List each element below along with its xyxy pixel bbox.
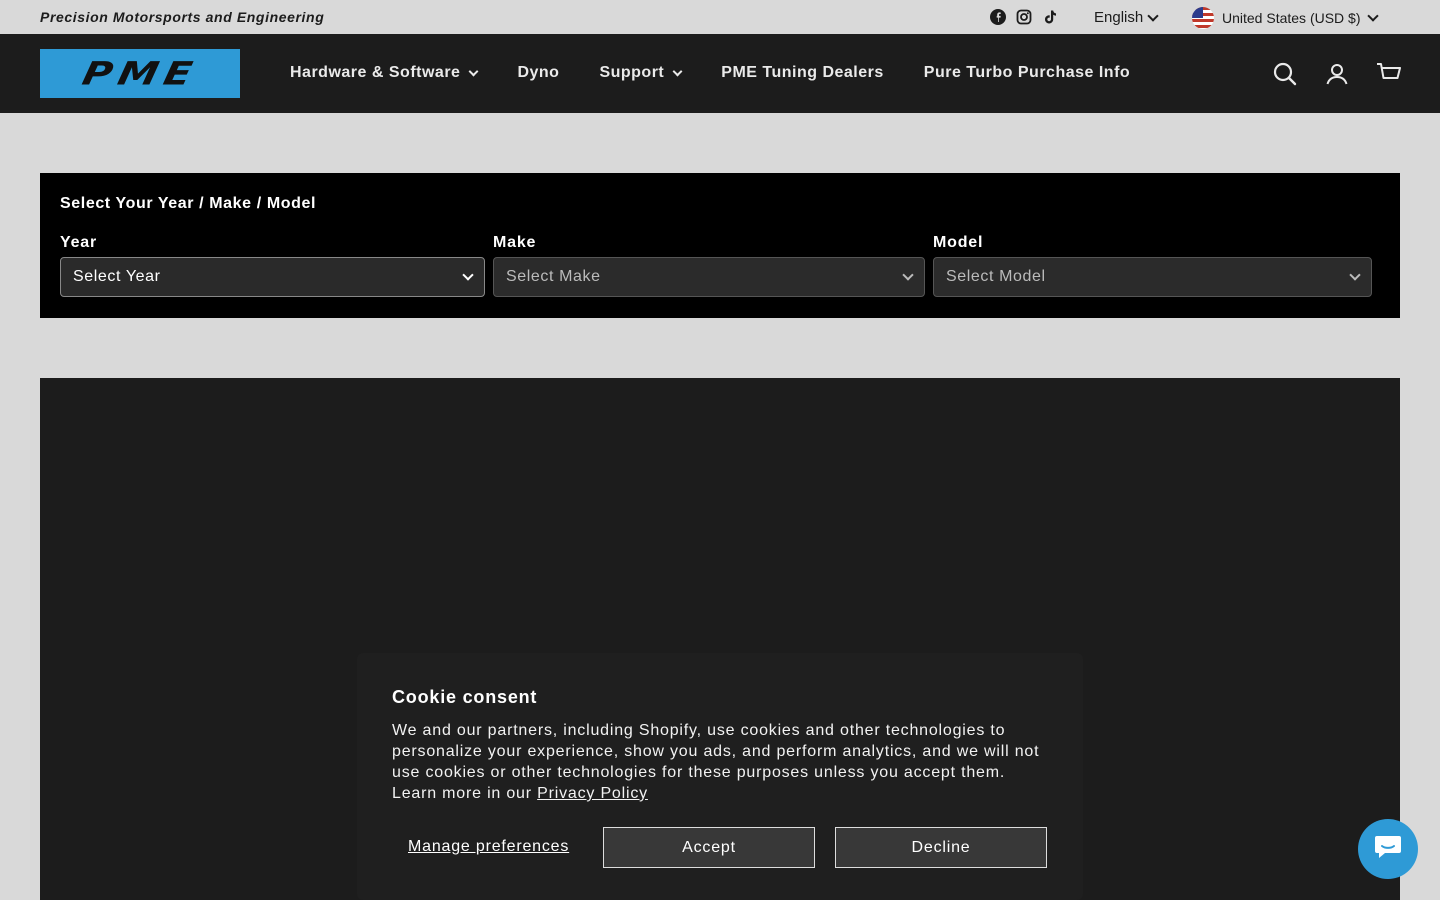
chevron-down-icon	[462, 269, 474, 281]
search-icon[interactable]	[1272, 61, 1298, 87]
year-select-value: Select Year	[73, 268, 161, 285]
year-label: Year	[60, 234, 98, 251]
chevron-down-icon	[468, 66, 479, 76]
year-field: Year Select Year	[60, 234, 485, 297]
nav-item-label: Pure Turbo Purchase Info	[923, 64, 1131, 81]
instagram-icon[interactable]	[1016, 9, 1032, 25]
model-field: Model Select Model	[933, 234, 1372, 297]
social-links	[990, 9, 1058, 25]
model-label: Model	[933, 234, 984, 251]
nav-item-pme-tuning-dealers[interactable]: PME Tuning Dealers	[721, 64, 884, 82]
site-header: PME Hardware & Software Dyno Support PME…	[0, 34, 1440, 113]
make-label: Make	[493, 234, 537, 251]
nav-item-label: Hardware & Software	[290, 64, 461, 81]
announcement-bar: Precision Motorsports and Engineering En…	[0, 0, 1440, 34]
country-label: United States (USD $)	[1222, 10, 1361, 26]
nav-item-label: Dyno	[517, 64, 560, 81]
tiktok-icon[interactable]	[1042, 9, 1058, 25]
cookie-consent-dialog: Cookie consent We and our partners, incl…	[357, 653, 1083, 900]
make-field: Make Select Make	[493, 234, 925, 297]
country-selector[interactable]: United States (USD $)	[1192, 7, 1379, 29]
chevron-down-icon	[1147, 9, 1159, 22]
cookie-body-text: We and our partners, including Shopify, …	[392, 722, 1040, 802]
language-label: English	[1094, 9, 1144, 26]
chat-icon	[1373, 833, 1403, 866]
make-select-value: Select Make	[506, 268, 601, 285]
manage-preferences-button[interactable]: Manage preferences	[408, 838, 569, 856]
logo-text: PME	[78, 55, 202, 92]
chevron-down-icon	[1349, 269, 1361, 281]
chat-button[interactable]	[1358, 819, 1418, 879]
tagline: Precision Motorsports and Engineering	[40, 9, 325, 25]
model-select-value: Select Model	[946, 268, 1046, 285]
nav-item-pure-turbo-purchase-info[interactable]: Pure Turbo Purchase Info	[924, 64, 1130, 82]
decline-button[interactable]: Decline	[835, 827, 1047, 868]
nav-item-label: PME Tuning Dealers	[721, 64, 884, 81]
nav-item-dyno[interactable]: Dyno	[517, 64, 559, 82]
make-select[interactable]: Select Make	[493, 257, 925, 297]
model-select[interactable]: Select Model	[933, 257, 1372, 297]
chevron-down-icon	[672, 66, 683, 76]
chevron-down-icon	[1366, 10, 1379, 22]
cookie-body: We and our partners, including Shopify, …	[392, 720, 1048, 804]
cart-icon[interactable]	[1376, 61, 1402, 87]
accept-button[interactable]: Accept	[603, 827, 815, 868]
nav-item-label: Support	[599, 64, 665, 81]
chevron-down-icon	[902, 269, 914, 281]
privacy-policy-link[interactable]: Privacy Policy	[537, 785, 648, 802]
facebook-icon[interactable]	[990, 9, 1006, 25]
account-icon[interactable]	[1324, 61, 1350, 87]
ymm-selector: Select Your Year / Make / Model Year Sel…	[40, 173, 1400, 318]
us-flag-icon	[1192, 7, 1214, 29]
nav-item-hardware-software[interactable]: Hardware & Software	[290, 64, 479, 82]
ymm-title: Select Your Year / Make / Model	[60, 195, 317, 212]
cookie-actions: Manage preferences Accept Decline	[392, 827, 1048, 868]
logo[interactable]: PME	[40, 49, 240, 98]
cookie-title: Cookie consent	[392, 687, 538, 707]
language-selector[interactable]: English	[1094, 9, 1159, 26]
year-select[interactable]: Select Year	[60, 257, 485, 297]
main-nav: Hardware & Software Dyno Support PME Tun…	[290, 64, 1170, 82]
header-icons	[1272, 61, 1402, 87]
nav-item-support[interactable]: Support	[599, 64, 683, 82]
